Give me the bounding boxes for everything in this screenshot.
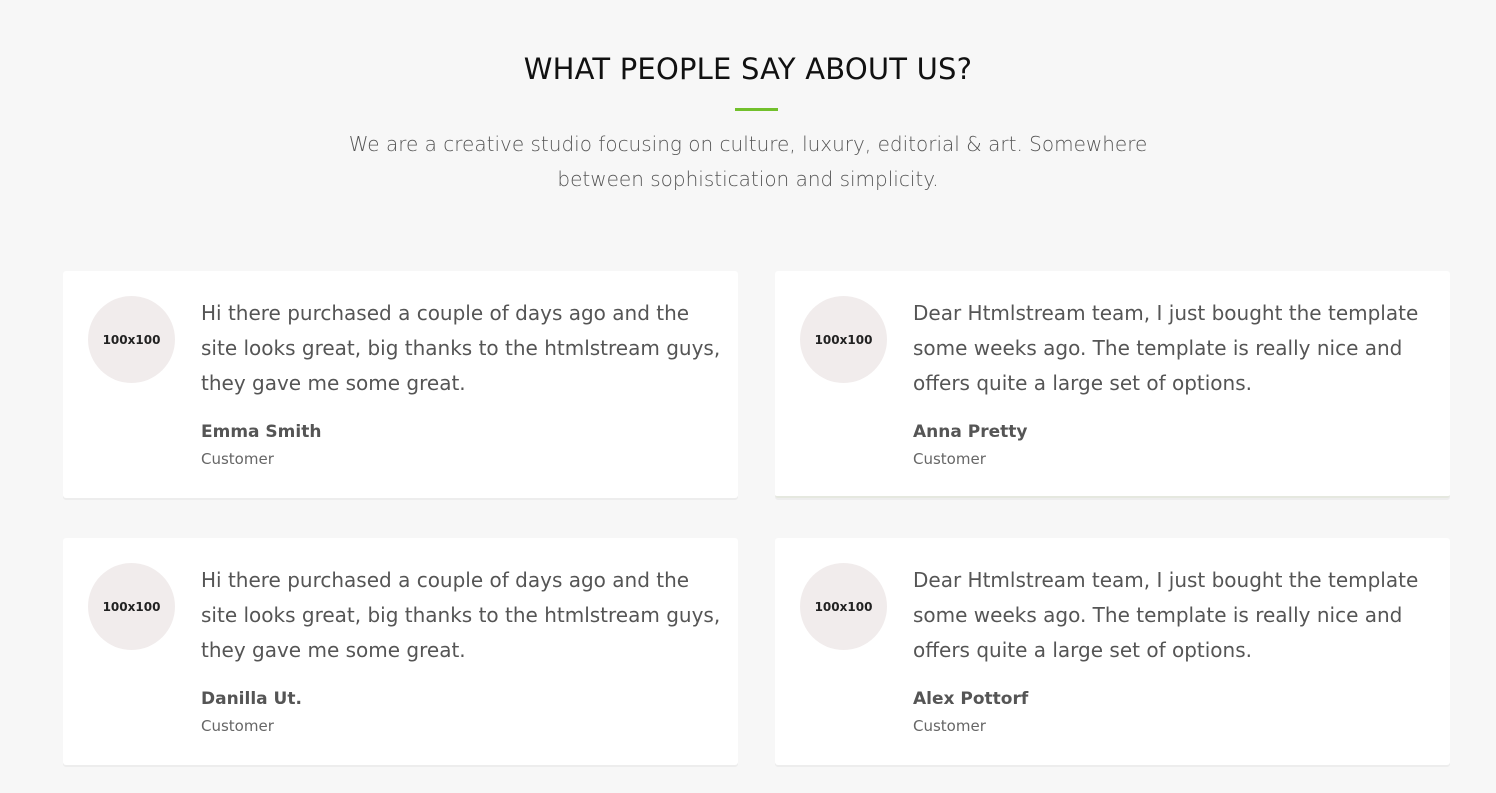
testimonial-author-name: Emma Smith [201,422,322,442]
avatar: 100x100 [88,563,175,650]
testimonial-quote: Dear Htmlstream team, I just bought the … [913,568,1419,662]
section-subtitle: We are a creative studio focusing on cul… [348,132,1148,191]
testimonial-author-role: Customer [201,717,274,735]
section-title: WHAT PEOPLE SAY ABOUT US? [523,52,973,86]
testimonial-author-role: Customer [201,450,274,468]
testimonial-author-name: Alex Pottorf [913,689,1029,709]
testimonial-author-role: Customer [913,450,986,468]
testimonial-card: 100x100 Hi there purchased a couple of d… [63,538,738,765]
testimonial-card: 100x100 Dear Htmlstream team, I just bou… [775,538,1450,765]
testimonial-quote: Hi there purchased a couple of days ago … [201,568,721,662]
avatar: 100x100 [800,296,887,383]
testimonial-author-name: Danilla Ut. [201,689,302,709]
testimonial-card: 100x100 Dear Htmlstream team, I just bou… [775,271,1450,498]
testimonial-author-role: Customer [913,717,986,735]
testimonial-quote: Hi there purchased a couple of days ago … [201,301,721,395]
avatar: 100x100 [800,563,887,650]
testimonial-author-name: Anna Pretty [913,422,1028,442]
testimonials-section: WHAT PEOPLE SAY ABOUT US? We are a creat… [0,0,1496,793]
testimonial-quote: Dear Htmlstream team, I just bought the … [913,301,1419,395]
avatar: 100x100 [88,296,175,383]
testimonial-card: 100x100 Hi there purchased a couple of d… [63,271,738,498]
title-divider [735,108,778,111]
